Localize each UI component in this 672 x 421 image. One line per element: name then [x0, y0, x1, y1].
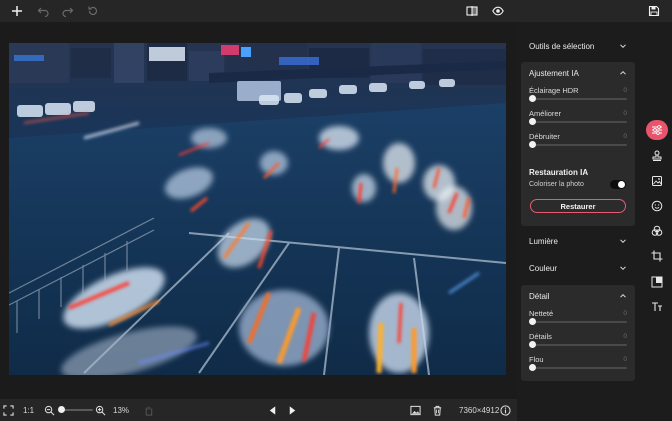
redo-icon[interactable] [59, 2, 77, 20]
prev-arrow-icon[interactable] [267, 399, 278, 421]
zoom-out-icon[interactable] [44, 399, 55, 421]
slider-details[interactable]: Détails 0 [521, 330, 635, 353]
top-toolbar [0, 0, 672, 22]
slider-knob[interactable] [529, 341, 536, 348]
chevron-up-icon [620, 293, 626, 298]
image-dimensions: 7360×4912 [459, 399, 499, 421]
hand-icon[interactable] [143, 399, 154, 421]
face-icon[interactable] [646, 196, 668, 216]
text-icon[interactable] [646, 297, 668, 317]
slider-hdr-lighting[interactable]: Éclairage HDR 0 [521, 84, 635, 107]
fit-screen-icon[interactable] [3, 399, 14, 421]
stamp-icon[interactable] [646, 146, 668, 166]
slider-label: Améliorer [529, 109, 562, 118]
slider-blur[interactable]: Flou 0 [521, 353, 635, 376]
slider-track[interactable] [532, 144, 627, 146]
canvas-area [0, 22, 517, 399]
light-header[interactable]: Lumière [521, 230, 635, 252]
slider-value: 0 [623, 133, 627, 140]
crop-icon[interactable] [646, 246, 668, 266]
eye-icon[interactable] [489, 2, 507, 20]
slider-enhance[interactable]: Améliorer 0 [521, 107, 635, 130]
slider-value: 0 [623, 310, 627, 317]
slider-label: Netteté [529, 309, 554, 318]
ai-adjust-header[interactable]: Ajustement IA [521, 62, 635, 84]
slider-knob[interactable] [529, 364, 536, 371]
selection-tools-header[interactable]: Outils de sélection [521, 35, 635, 57]
ai-restore-title: Restauration IA [529, 168, 589, 177]
chevron-up-icon [620, 70, 626, 75]
ratio-1-1-button[interactable]: 1:1 [23, 399, 34, 421]
slider-sharpness[interactable]: Netteté 0 [521, 307, 635, 330]
slider-track[interactable] [532, 321, 627, 323]
resize-icon[interactable] [646, 272, 668, 292]
selection-tools-label: Outils de sélection [529, 41, 595, 51]
restore-button[interactable]: Restaurer [530, 199, 626, 213]
ai-adjust-panel: Ajustement IA Éclairage HDR 0 Améliorer … [521, 62, 635, 226]
plus-icon[interactable] [8, 2, 26, 20]
slider-knob[interactable] [529, 95, 536, 102]
adjust-sliders-icon[interactable] [646, 120, 668, 140]
slider-track[interactable] [532, 344, 627, 346]
chevron-down-icon [620, 44, 626, 49]
split-view-icon[interactable] [463, 2, 481, 20]
info-icon[interactable] [500, 399, 511, 421]
chevron-down-icon [620, 239, 626, 244]
dimensions-text: 7360×4912 [459, 405, 500, 415]
light-label: Lumière [529, 236, 558, 246]
colorize-label: Coloriser la photo [529, 181, 584, 188]
color-label: Couleur [529, 263, 558, 273]
ai-adjust-title: Ajustement IA [529, 68, 579, 78]
next-arrow-icon[interactable] [287, 399, 298, 421]
slider-track[interactable] [532, 98, 627, 100]
slider-label: Débruiter [529, 132, 560, 141]
slider-label: Éclairage HDR [529, 86, 579, 95]
undo-icon[interactable] [34, 2, 52, 20]
slider-knob[interactable] [529, 318, 536, 325]
slider-value: 0 [623, 87, 627, 94]
slider-label: Flou [529, 355, 544, 364]
colorize-toggle[interactable] [610, 180, 626, 189]
image-icon[interactable] [410, 399, 421, 421]
detail-title: Détail [529, 291, 550, 301]
photo-preview[interactable] [9, 43, 506, 375]
zoom-in-icon[interactable] [95, 399, 106, 421]
zoom-slider-knob[interactable] [58, 406, 65, 413]
color-header[interactable]: Couleur [521, 257, 635, 279]
zoom-level: 13% [113, 399, 129, 421]
detail-panel: Détail Netteté 0 Détails 0 Flou 0 [521, 285, 635, 381]
slider-label: Détails [529, 332, 552, 341]
bottom-bar: 1:1 13% 7360×4912 [0, 399, 517, 421]
ratio-label: 1:1 [23, 405, 35, 415]
color-circles-icon[interactable] [646, 221, 668, 241]
slider-value: 0 [623, 333, 627, 340]
detail-header[interactable]: Détail [521, 285, 635, 307]
slider-knob[interactable] [529, 118, 536, 125]
slider-track[interactable] [532, 367, 627, 369]
chevron-down-icon [620, 266, 626, 271]
slider-denoise[interactable]: Débruiter 0 [521, 130, 635, 153]
zoom-level-text: 13% [113, 405, 130, 415]
reset-icon[interactable] [84, 2, 102, 20]
save-icon[interactable] [645, 2, 663, 20]
slider-track[interactable] [532, 121, 627, 123]
slider-value: 0 [623, 356, 627, 363]
slider-value: 0 [623, 110, 627, 117]
slider-knob[interactable] [529, 141, 536, 148]
image-layers-icon[interactable] [646, 171, 668, 191]
trash-icon[interactable] [432, 399, 443, 421]
